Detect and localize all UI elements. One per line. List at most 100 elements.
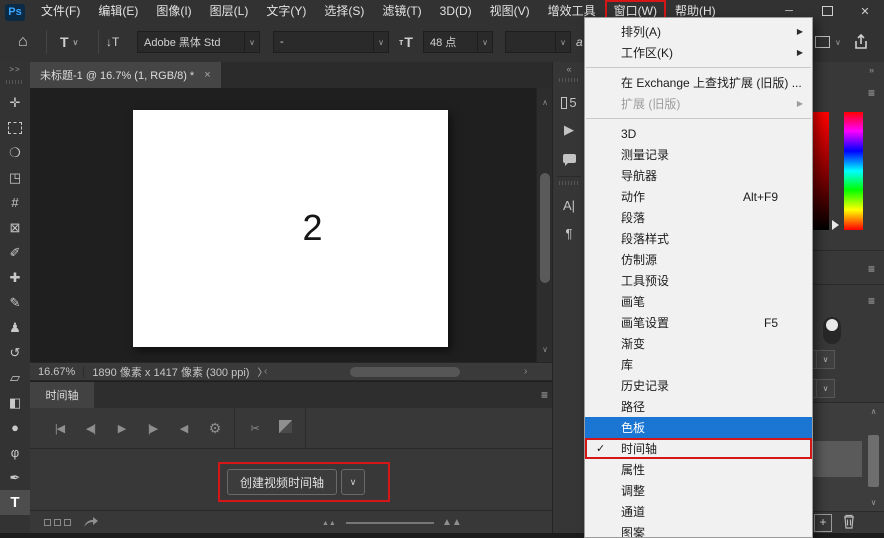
brush-tool[interactable]: ✎ xyxy=(0,290,30,315)
maximize-button[interactable] xyxy=(808,0,846,22)
scroll-left-icon[interactable]: ‹ xyxy=(264,366,267,377)
window-menu-item-图案[interactable]: 图案 xyxy=(585,522,812,538)
window-menu-item-段落[interactable]: 段落 xyxy=(585,207,812,228)
timeline-tab[interactable]: 时间轴 xyxy=(30,382,94,408)
previous-frame-button[interactable]: ◀| xyxy=(75,422,106,435)
expand-panels-icon[interactable]: « xyxy=(553,62,585,76)
close-button[interactable]: ✕ xyxy=(846,0,884,22)
window-menu-item-路径[interactable]: 路径 xyxy=(585,396,812,417)
panel-menu-icon[interactable]: ≡ xyxy=(868,86,875,100)
scroll-up-icon[interactable]: ∧ xyxy=(537,98,553,107)
anti-alias-select[interactable]: ∨ xyxy=(505,31,571,53)
history-brush-tool[interactable]: ↺ xyxy=(0,340,30,365)
zoom-out-timeline-icon[interactable]: ▲▲ xyxy=(322,520,336,527)
transition-button[interactable] xyxy=(270,420,301,436)
frame-tool[interactable]: ⊠ xyxy=(0,215,30,240)
move-tool[interactable]: ✛ xyxy=(0,90,30,115)
first-frame-button[interactable]: |◀ xyxy=(44,422,75,435)
panel-menu-icon[interactable]: ≡ xyxy=(541,388,548,402)
font-family-select[interactable]: Adobe 黑体 Std ∨ xyxy=(137,31,260,53)
clone-stamp-tool[interactable]: ♟ xyxy=(0,315,30,340)
font-size-select[interactable]: 48 点 ∨ xyxy=(423,31,493,53)
type-tool[interactable]: T xyxy=(0,490,30,515)
window-menu-item-画笔[interactable]: 画笔 xyxy=(585,291,812,312)
notes-panel-icon[interactable] xyxy=(553,144,585,172)
zoom-level[interactable]: 16.67% xyxy=(30,366,84,378)
blur-tool[interactable]: ● xyxy=(0,415,30,440)
timeline-zoom-slider[interactable] xyxy=(346,522,434,524)
dodge-tool[interactable]: φ xyxy=(0,440,30,465)
delete-trash-icon[interactable] xyxy=(841,512,857,530)
render-arrow-icon[interactable] xyxy=(82,515,100,529)
window-menu-item-色板[interactable]: 色板 xyxy=(585,417,812,438)
scroll-up-icon[interactable]: ∧ xyxy=(866,407,881,416)
crop-tool[interactable]: # xyxy=(0,190,30,215)
menubar-item-3[interactable]: 图像(I) xyxy=(147,0,200,22)
screen-mode-select[interactable]: ∨ xyxy=(815,22,841,62)
panel-scrollbar[interactable]: ∧ ∨ xyxy=(866,403,881,511)
close-tab-icon[interactable]: × xyxy=(204,69,210,81)
history-panel-icon[interactable]: 5 xyxy=(553,88,585,116)
window-menu-item-历史记录[interactable]: 历史记录 xyxy=(585,375,812,396)
healing-brush-tool[interactable]: ✚ xyxy=(0,265,30,290)
hue-slider-handle[interactable] xyxy=(832,220,844,230)
pen-tool[interactable]: ✒ xyxy=(0,465,30,490)
window-menu-item-工具预设[interactable]: 工具预设 xyxy=(585,270,812,291)
actions-panel-icon[interactable]: ▶ xyxy=(553,116,585,144)
object-selection-tool[interactable]: ◳ xyxy=(0,165,30,190)
window-menu-item-排列-A-[interactable]: 排列(A)▶ xyxy=(585,21,812,42)
collapse-dock-icon[interactable]: » xyxy=(869,65,874,75)
split-clip-button[interactable]: ✂ xyxy=(239,422,270,435)
canvas[interactable]: 2 xyxy=(133,110,448,347)
window-menu-item-库[interactable]: 库 xyxy=(585,354,812,375)
text-orientation-toggle[interactable]: ↓T xyxy=(106,22,119,62)
menubar-item-1[interactable]: 文件(F) xyxy=(32,0,89,22)
scroll-right-icon[interactable]: › xyxy=(524,366,527,377)
character-panel-icon[interactable]: A| xyxy=(553,191,585,219)
panel-menu-icon[interactable]: ≡ xyxy=(868,262,875,276)
document-tab[interactable]: 未标题-1 @ 16.7% (1, RGB/8) * × xyxy=(30,62,221,88)
paragraph-panel-icon[interactable]: ¶ xyxy=(553,219,585,247)
menubar-item-9[interactable]: 视图(V) xyxy=(481,0,539,22)
panel-menu-icon[interactable]: ≡ xyxy=(868,294,875,308)
eraser-tool[interactable]: ▱ xyxy=(0,365,30,390)
window-menu-item-导航器[interactable]: 导航器 xyxy=(585,165,812,186)
add-item-button[interactable]: + xyxy=(814,514,832,532)
lasso-tool[interactable]: ❍ xyxy=(0,140,30,165)
menubar-item-2[interactable]: 编辑(E) xyxy=(89,0,147,22)
window-menu-item-时间轴[interactable]: ✓时间轴 xyxy=(585,438,812,459)
timeline-settings-button[interactable]: ⚙ xyxy=(199,420,230,437)
gradient-tool[interactable]: ◧ xyxy=(0,390,30,415)
mute-audio-button[interactable]: ◀ xyxy=(168,422,199,435)
window-menu-item-通道[interactable]: 通道 xyxy=(585,501,812,522)
layer-toggle[interactable] xyxy=(823,317,841,344)
eyedropper-tool[interactable]: ✐ xyxy=(0,240,30,265)
share-button[interactable] xyxy=(852,22,870,62)
type-tool-preset[interactable]: T ∨ xyxy=(60,22,78,62)
menubar-item-6[interactable]: 选择(S) xyxy=(315,0,373,22)
horizontal-scrollbar-thumb[interactable] xyxy=(350,367,460,377)
window-menu-item-3D[interactable]: 3D xyxy=(585,123,812,144)
menubar-item-4[interactable]: 图层(L) xyxy=(201,0,258,22)
play-button[interactable]: ▶ xyxy=(106,422,137,435)
scroll-down-icon[interactable]: ∨ xyxy=(866,498,881,507)
zoom-in-timeline-icon[interactable]: ▲▲ xyxy=(442,517,462,528)
vertical-scrollbar[interactable]: ∧ ∨ xyxy=(536,88,553,362)
menubar-item-8[interactable]: 3D(D) xyxy=(431,0,481,22)
window-menu-item-测量记录[interactable]: 测量记录 xyxy=(585,144,812,165)
window-menu-item-画笔设置[interactable]: 画笔设置F5 xyxy=(585,312,812,333)
home-icon[interactable]: ⌂ xyxy=(18,22,28,62)
window-menu-item-在-Exchange-上查找扩展-旧版-[interactable]: 在 Exchange 上查找扩展 (旧版) ... xyxy=(585,72,812,93)
marquee-tool[interactable] xyxy=(0,115,30,140)
window-menu-item-仿制源[interactable]: 仿制源 xyxy=(585,249,812,270)
create-video-timeline-button[interactable]: 创建视频时间轴 xyxy=(227,469,337,495)
window-menu-item-渐变[interactable]: 渐变 xyxy=(585,333,812,354)
font-style-select[interactable]: - ∨ xyxy=(273,31,389,53)
menubar-item-7[interactable]: 滤镜(T) xyxy=(373,0,430,22)
collapse-tools-icon[interactable]: >> xyxy=(0,62,30,78)
window-menu-item-调整[interactable]: 调整 xyxy=(585,480,812,501)
vertical-scrollbar-thumb[interactable] xyxy=(540,173,550,283)
scroll-down-icon[interactable]: ∨ xyxy=(537,345,553,354)
panel-scrollbar-thumb[interactable] xyxy=(868,435,879,487)
window-menu-item-工作区-K-[interactable]: 工作区(K)▶ xyxy=(585,42,812,63)
